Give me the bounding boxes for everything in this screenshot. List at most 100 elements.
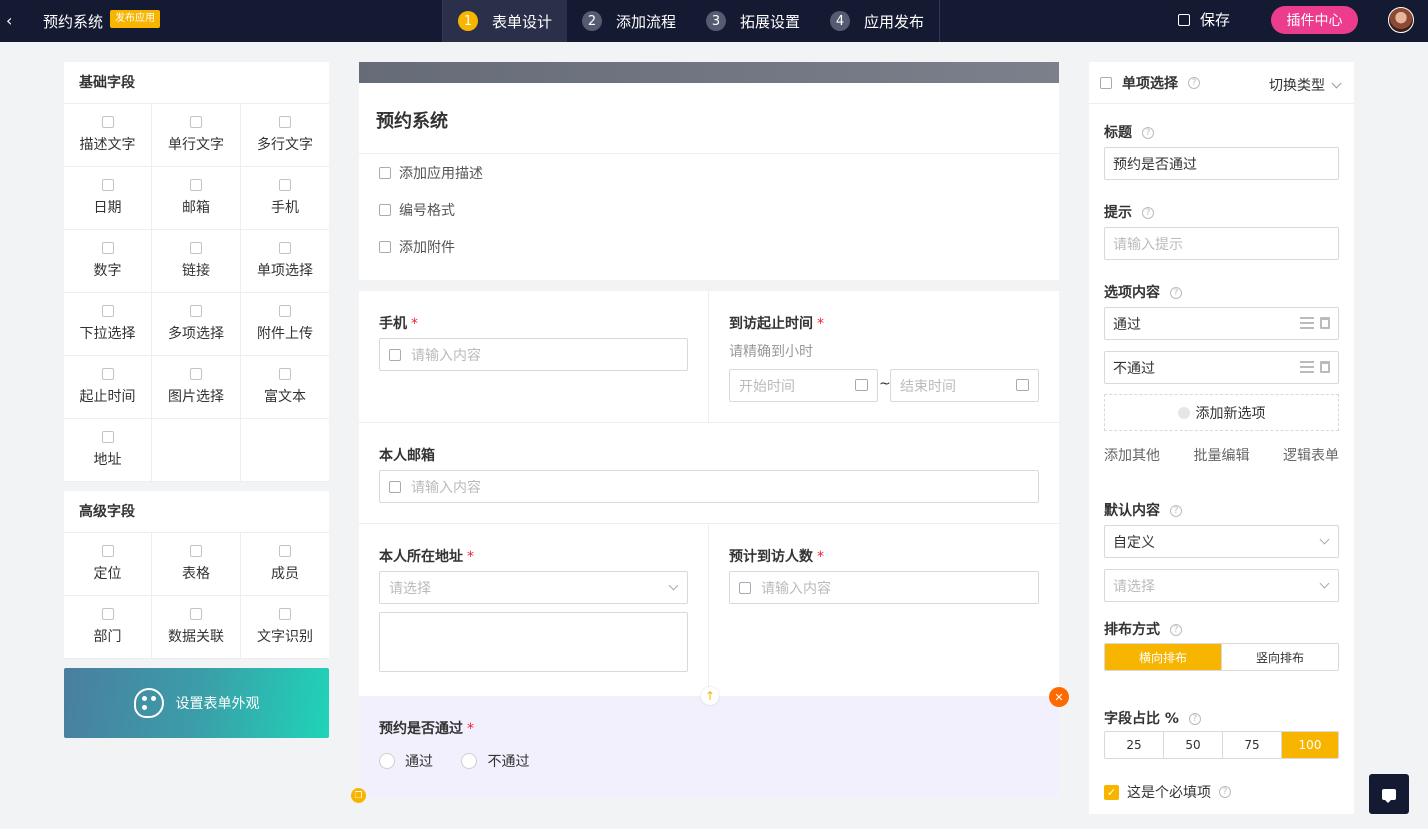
trash-icon[interactable]	[1320, 317, 1330, 329]
field-type-item[interactable]: 富文本	[241, 356, 329, 419]
field-type-item[interactable]: 单项选择	[241, 230, 329, 293]
drag-handle-icon[interactable]	[1300, 361, 1314, 373]
chat-support-button[interactable]	[1369, 774, 1409, 814]
default-value-select[interactable]: 请选择	[1104, 569, 1339, 602]
layout-horizontal-option[interactable]: 横向排布	[1105, 644, 1222, 670]
field-type-icon	[190, 242, 202, 254]
hint-input[interactable]: 请输入提示	[1104, 227, 1339, 260]
email-input[interactable]: 请输入内容	[379, 470, 1039, 503]
field-type-label: 成员	[271, 566, 299, 582]
ratio-option-75[interactable]: 75	[1223, 732, 1282, 758]
help-icon[interactable]: ?	[1142, 127, 1154, 139]
save-icon	[1178, 13, 1190, 26]
publish-app-badge[interactable]: 发布应用	[110, 10, 160, 28]
field-type-item[interactable]: 定位	[64, 533, 152, 596]
column-divider	[708, 524, 709, 696]
ratio-option-25[interactable]: 25	[1105, 732, 1164, 758]
plus-circle-icon	[1177, 406, 1190, 419]
add-other-link[interactable]: 添加其他	[1104, 445, 1160, 465]
phone-input[interactable]: 请输入内容	[379, 338, 688, 371]
field-type-item[interactable]: 描述文字	[64, 104, 152, 167]
comment-icon	[379, 166, 391, 179]
address-detail-textarea[interactable]	[379, 612, 688, 672]
field-type-item[interactable]: 部门	[64, 596, 152, 659]
move-up-icon[interactable]: ↑	[701, 687, 719, 705]
field-type-item[interactable]: 多行文字	[241, 104, 329, 167]
checkbox-checked-icon[interactable]: ✓	[1104, 784, 1119, 800]
save-button[interactable]: 保存	[1178, 9, 1230, 30]
field-type-item[interactable]: 多项选择	[152, 293, 241, 356]
delete-field-icon[interactable]: ✕	[1049, 687, 1069, 707]
copy-field-icon[interactable]: ❐	[351, 788, 366, 803]
radio-pass[interactable]: 通过	[379, 751, 433, 771]
end-time-placeholder: 结束时间	[900, 378, 956, 395]
field-type-item[interactable]: 链接	[152, 230, 241, 293]
mail-icon	[389, 480, 401, 493]
logic-form-link[interactable]: 逻辑表单	[1283, 445, 1339, 465]
field-type-item[interactable]: 邮箱	[152, 167, 241, 230]
form-title[interactable]: 预约系统	[359, 83, 1059, 154]
add-description-action[interactable]: 添加应用描述	[359, 154, 1059, 191]
ratio-option-100[interactable]: 100	[1282, 732, 1338, 758]
start-time-input[interactable]: 开始时间	[729, 369, 878, 402]
back-arrow-icon[interactable]: ‹	[6, 12, 20, 30]
field-type-item[interactable]: 附件上传	[241, 293, 329, 356]
help-icon[interactable]: ?	[1188, 713, 1201, 725]
switch-type-dropdown[interactable]: 切换类型	[1269, 75, 1342, 95]
layout-vertical-option[interactable]: 竖向排布	[1222, 644, 1338, 670]
trash-icon[interactable]	[1320, 361, 1330, 373]
approval-field-selected[interactable]: ↑ 预约是否通过 * 通过 不通过	[359, 687, 1059, 797]
address-select[interactable]: 请选择	[379, 571, 688, 604]
plugin-center-button[interactable]: 插件中心	[1271, 6, 1358, 34]
ratio-option-50[interactable]: 50	[1164, 732, 1223, 758]
drag-handle-icon[interactable]	[1300, 317, 1314, 329]
form-cover-strip[interactable]	[359, 62, 1059, 83]
batch-edit-link[interactable]: 批量编辑	[1194, 445, 1250, 465]
field-type-item[interactable]: 手机	[241, 167, 329, 230]
field-type-item[interactable]: 日期	[64, 167, 152, 230]
option-input[interactable]: 不通过	[1104, 351, 1339, 384]
field-type-label: 图片选择	[168, 389, 224, 405]
radio-fail[interactable]: 不通过	[461, 751, 529, 771]
title-input[interactable]: 预约是否通过	[1104, 147, 1339, 180]
basic-fields-title: 基础字段	[64, 62, 329, 104]
field-type-item[interactable]: 起止时间	[64, 356, 152, 419]
add-option-button[interactable]: 添加新选项	[1104, 394, 1339, 431]
required-checkbox-row[interactable]: ✓ 这是个必填项 ?	[1104, 782, 1231, 802]
field-type-item[interactable]: 下拉选择	[64, 293, 152, 356]
help-icon[interactable]: ?	[1142, 207, 1154, 219]
help-icon[interactable]: ?	[1219, 786, 1231, 798]
field-type-item[interactable]: 单行文字	[152, 104, 241, 167]
step-app-publish[interactable]: 4 应用发布	[815, 0, 939, 42]
field-type-item[interactable]: 成员	[241, 533, 329, 596]
default-type-select[interactable]: 自定义	[1104, 525, 1339, 558]
step-extend-settings[interactable]: 3 拓展设置	[691, 0, 815, 42]
field-type-item[interactable]: 图片选择	[152, 356, 241, 419]
help-icon[interactable]: ?	[1170, 287, 1182, 299]
advanced-fields-title: 高级字段	[64, 491, 329, 533]
step-form-design[interactable]: 1 表单设计	[443, 0, 568, 42]
field-type-item[interactable]: 文字识别	[241, 596, 329, 659]
option-input[interactable]: 通过	[1104, 307, 1339, 340]
number-format-action[interactable]: 编号格式	[359, 191, 1059, 228]
field-type-icon	[279, 368, 291, 380]
field-type-item[interactable]: 数据关联	[152, 596, 241, 659]
field-type-item[interactable]: 表格	[152, 533, 241, 596]
help-icon[interactable]: ?	[1170, 505, 1182, 517]
step-add-flow[interactable]: 2 添加流程	[567, 0, 691, 42]
visitor-count-input[interactable]: 请输入内容	[729, 571, 1039, 604]
chat-icon	[1382, 788, 1396, 803]
end-time-input[interactable]: 结束时间	[890, 369, 1039, 402]
field-type-icon	[101, 116, 114, 128]
add-attachment-action[interactable]: 添加附件	[359, 228, 1059, 265]
avatar[interactable]	[1388, 7, 1414, 33]
help-icon[interactable]: ?	[1170, 624, 1182, 636]
form-appearance-button[interactable]: 设置表单外观	[64, 668, 329, 738]
help-icon[interactable]: ?	[1188, 76, 1200, 89]
field-type-item[interactable]: 数字	[64, 230, 152, 293]
title-label: 标题	[1104, 125, 1132, 141]
field-type-icon	[279, 242, 291, 254]
field-type-item[interactable]: 地址	[64, 419, 152, 482]
add-description-label: 添加应用描述	[399, 165, 483, 182]
palette-icon	[133, 688, 164, 718]
